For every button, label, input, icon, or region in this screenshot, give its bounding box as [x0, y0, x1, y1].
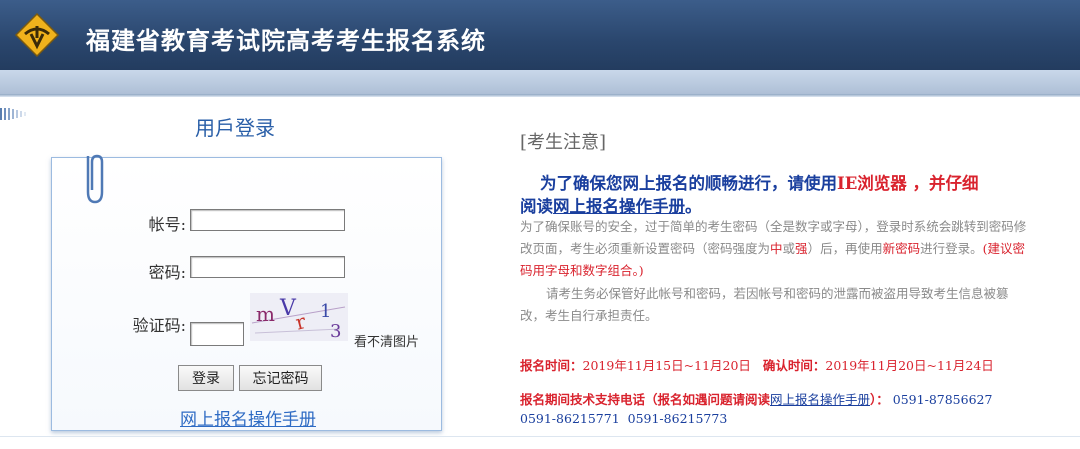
captcha-refresh-link[interactable]: 看不清图片	[354, 331, 419, 350]
reg-time-value: 2019年11月15日~11月20日	[582, 358, 751, 373]
notice-p1-or: 或	[782, 241, 796, 256]
manual-link[interactable]: 网上报名操作手册	[180, 405, 316, 430]
captcha-input[interactable]	[190, 322, 244, 346]
support-phone-line: 报名期间技术支持电话（报名如遇问题请阅读网上报名操作手册）： 0591-8785…	[520, 389, 992, 408]
decorative-stripes-icon	[0, 108, 26, 120]
support-phone-3: 0591-86215773	[627, 411, 728, 426]
system-title: 福建省教育考试院高考考生报名系统	[86, 27, 486, 55]
support-end: ）：	[870, 392, 889, 407]
support-manual-link[interactable]: 网上报名操作手册	[770, 392, 870, 407]
confirm-time-value: 2019年11月20日~11月24日	[825, 358, 994, 373]
notice-p1-strong: 强	[795, 241, 808, 256]
header-bar: 福建省教育考试院高考考生报名系统	[0, 0, 1080, 70]
notice-p1-new-password: 新密码	[882, 241, 921, 256]
notice-password-paragraph: 为了确保账号的安全，过于简单的考生密码（全是数字或字母），登录时系统会跳转到密码…	[520, 216, 1028, 282]
paperclip-icon	[86, 154, 104, 204]
header-divider	[0, 94, 1080, 97]
header-subbar	[0, 70, 1080, 94]
notice-manual-link[interactable]: 网上报名操作手册	[553, 197, 685, 216]
notice-lead: 为了确保您网上报名的顺畅进行，请使用IE浏览器 ，并仔细 阅读网上报名操作手册。	[520, 172, 1020, 218]
password-label: 密码:	[148, 263, 186, 282]
notice-lead-end: 。	[685, 197, 702, 216]
account-label: 帐号:	[148, 215, 186, 234]
notice-security-paragraph: 请考生务必保管好此帐号和密码，若因帐号和密码的泄露而被盗用导致考生信息被篡改，考…	[520, 283, 1028, 327]
password-input[interactable]	[190, 256, 345, 278]
footer-divider	[0, 436, 1080, 437]
confirm-time-label: 确认时间：	[762, 358, 826, 373]
forgot-password-button[interactable]: 忘记密码	[239, 365, 322, 391]
notice-title: [考生注意]	[520, 132, 607, 153]
exam-logo-icon	[14, 12, 60, 58]
svg-text:m: m	[256, 302, 275, 326]
notice-p1-medium: 中	[770, 241, 783, 256]
svg-text:1: 1	[320, 301, 331, 322]
support-phone-1: 0591-87856627	[892, 392, 993, 407]
registration-times: 报名时间：2019年11月15日~11月20日 确认时间：2019年11月20日…	[520, 355, 994, 374]
account-input[interactable]	[190, 209, 345, 231]
notice-p2-text: 请考生务必保管好此帐号和密码，若因帐号和密码的泄露而被盗用导致考生信息被篡改，考…	[520, 286, 1009, 323]
support-phones-extra: 0591-86215771 0591-86215773	[520, 411, 727, 426]
login-title: 用戶登录	[195, 116, 275, 140]
notice-lead-read: 阅读	[520, 197, 553, 216]
notice-p1-end: 进行登录。	[920, 241, 983, 256]
captcha-image[interactable]: m V r 1 3	[250, 293, 348, 341]
support-phone-2: 0591-86215771	[520, 411, 620, 426]
support-label: 报名期间技术支持电话（报名如遇问题请阅读	[520, 392, 771, 407]
captcha-label: 验证码:	[132, 316, 186, 335]
notice-p1-then: ）后，再使用	[807, 241, 883, 256]
notice-lead-text: 为了确保您网上报名的顺畅进行，请使用	[540, 174, 837, 193]
login-button[interactable]: 登录	[178, 365, 234, 391]
reg-time-label: 报名时间：	[520, 358, 583, 373]
notice-lead-browser: IE浏览器 ，并仔细	[837, 174, 979, 193]
svg-text:3: 3	[330, 321, 341, 341]
